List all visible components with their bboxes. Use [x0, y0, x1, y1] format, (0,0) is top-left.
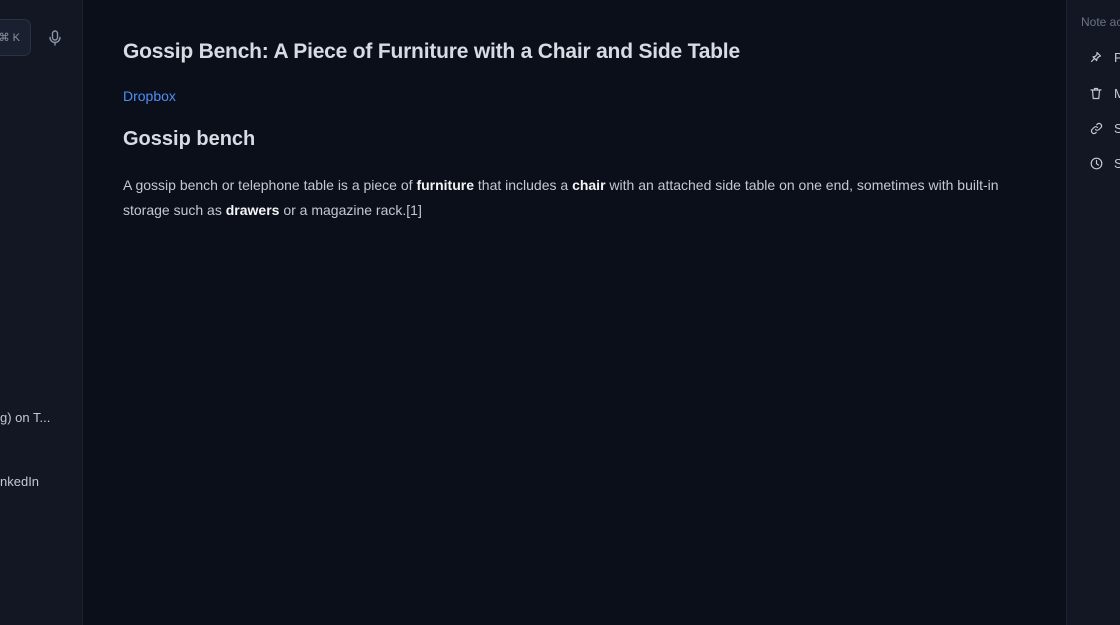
body-text-segment: or a magazine rack.[1]: [279, 202, 422, 218]
pin-note-label: P: [1114, 50, 1120, 65]
note-body[interactable]: A gossip bench or telephone table is a p…: [123, 173, 1028, 223]
section-heading: Gossip bench: [123, 128, 256, 150]
microphone-icon: [48, 30, 62, 46]
note-title[interactable]: Gossip Bench: A Piece of Furniture with …: [123, 40, 740, 64]
share-link-button[interactable]: S: [1089, 118, 1120, 138]
pin-icon: [1089, 50, 1103, 64]
pin-note-button[interactable]: P: [1089, 47, 1120, 67]
bold-term-drawers: drawers: [225, 202, 280, 218]
move-to-trash-button[interactable]: M: [1089, 83, 1120, 103]
bold-term-chair: chair: [572, 177, 606, 193]
body-text-segment: A gossip bench or telephone table is a p…: [123, 177, 417, 193]
left-sidebar: ⌘ K g) on T... nkedIn: [0, 0, 83, 625]
panel-heading: Note ac: [1081, 15, 1120, 29]
share-link-label: S: [1114, 121, 1120, 136]
sidebar-item-note-2[interactable]: nkedIn: [0, 474, 39, 489]
shortcut-hint-label: ⌘ K: [0, 32, 20, 44]
sidebar-item-note-1[interactable]: g) on T...: [0, 410, 50, 425]
history-label: S: [1114, 156, 1120, 171]
clock-icon: [1089, 156, 1103, 170]
link-icon: [1089, 121, 1103, 135]
source-link[interactable]: Dropbox: [123, 88, 176, 104]
trash-icon: [1089, 86, 1103, 100]
note-actions-panel: Note ac P M: [1066, 0, 1120, 625]
microphone-button[interactable]: [45, 28, 65, 48]
history-button[interactable]: S: [1089, 153, 1120, 173]
sidebar-item-label: g) on T...: [0, 410, 51, 425]
bold-term-furniture: furniture: [416, 177, 474, 193]
trash-note-label: M: [1114, 86, 1120, 101]
search-shortcut-button[interactable]: ⌘ K: [0, 19, 31, 56]
note-content: Gossip Bench: A Piece of Furniture with …: [83, 0, 1066, 625]
app-window: ⌘ K g) on T... nkedIn Gossip Bench: A Pi…: [0, 0, 1120, 625]
body-text-segment: that includes a: [474, 177, 573, 193]
sidebar-item-label: nkedIn: [0, 474, 40, 489]
